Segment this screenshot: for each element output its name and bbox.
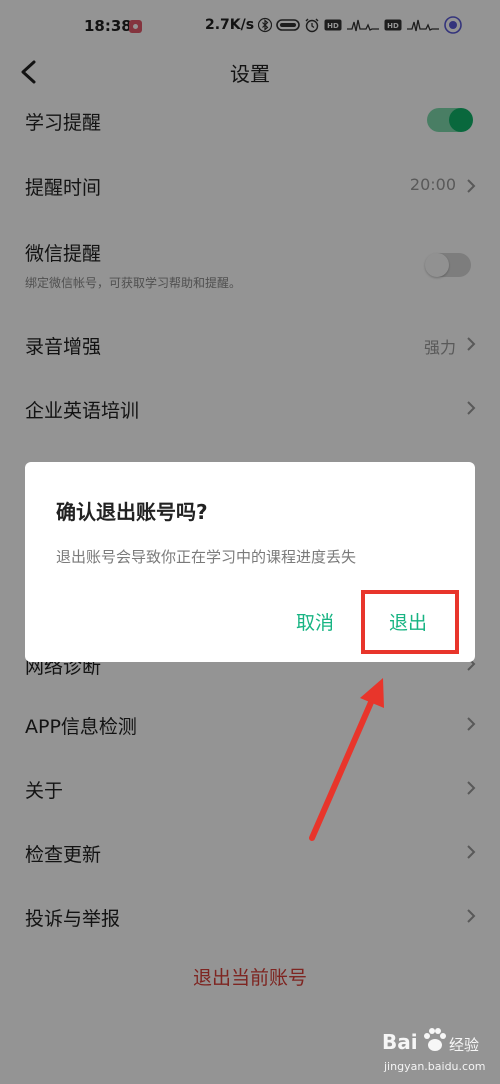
paw-icon xyxy=(424,1028,446,1051)
annotation-arrow-icon xyxy=(309,678,384,841)
dialog-title: 确认退出账号吗? xyxy=(56,500,208,524)
highlight-frame xyxy=(361,590,459,654)
watermark-text: 经验 xyxy=(449,1036,480,1054)
dialog-message: 退出账号会导致你正在学习中的课程进度丢失 xyxy=(56,548,357,566)
cancel-button[interactable]: 取消 xyxy=(296,608,334,635)
watermark-brand: Bai xyxy=(382,1030,418,1054)
watermark-domain: jingyan.baidu.com xyxy=(384,1060,486,1073)
baidu-watermark: Bai 经验 jingyan.baidu.com xyxy=(376,1026,500,1084)
